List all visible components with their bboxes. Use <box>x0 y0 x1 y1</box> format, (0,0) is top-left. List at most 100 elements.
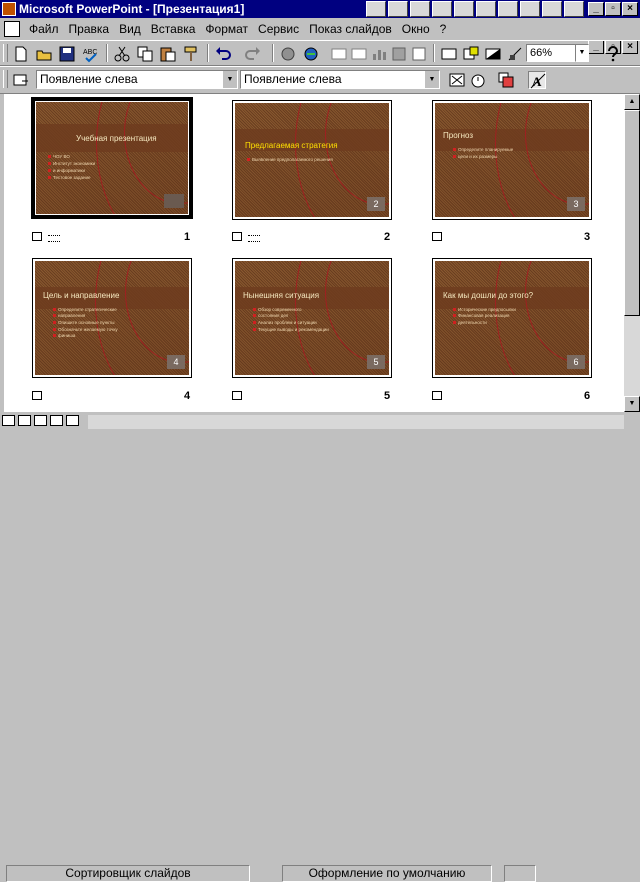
slide-bullet: направления <box>53 313 85 319</box>
slide-number: 3 <box>584 231 591 243</box>
open-folder-icon[interactable] <box>35 45 53 63</box>
web-icon[interactable] <box>279 45 297 63</box>
apply-design-icon[interactable] <box>462 45 480 63</box>
outline-view-icon[interactable] <box>18 415 31 426</box>
scroll-down-icon[interactable]: ▼ <box>624 396 640 412</box>
transition-icon[interactable] <box>232 232 242 241</box>
slide-bullet: цели и их размеры <box>453 154 497 160</box>
shortcut-icon[interactable] <box>498 1 518 17</box>
transition-icon[interactable] <box>432 232 442 241</box>
show-formatting-icon[interactable]: A <box>528 71 546 89</box>
scroll-thumb[interactable] <box>624 110 640 316</box>
undo-icon[interactable] <box>214 45 232 63</box>
menu-file[interactable]: Файл <box>24 22 64 36</box>
transition-icon[interactable] <box>32 232 42 241</box>
slide-thumbnail-3[interactable]: Прогноз Определите планируемые цели и их… <box>432 100 592 220</box>
transition-icon[interactable] <box>232 391 242 400</box>
close-button[interactable]: × <box>622 2 638 16</box>
status-view-name: Сортировщик слайдов <box>6 865 250 882</box>
document-icon[interactable] <box>4 21 20 37</box>
slide-sorter-toolbar: Появление слева ▼ Появление слева ▼ A <box>0 66 640 94</box>
help-icon[interactable] <box>604 45 622 63</box>
zoom-dropdown-arrow-icon[interactable]: ▼ <box>575 44 589 62</box>
menu-format[interactable]: Формат <box>200 22 253 36</box>
menu-insert[interactable]: Вставка <box>146 22 201 36</box>
text-effect-select[interactable]: Появление слева ▼ <box>240 70 440 89</box>
slide-number: 4 <box>184 390 191 402</box>
vertical-scrollbar[interactable]: ▲ ▼ <box>624 94 640 412</box>
shortcut-icon[interactable] <box>410 1 430 17</box>
shortcut-icon[interactable] <box>388 1 408 17</box>
shortcut-icon[interactable] <box>564 1 584 17</box>
transition-icon[interactable] <box>32 391 42 400</box>
animation-icon <box>48 235 60 242</box>
animation-icon <box>248 235 260 242</box>
shortcut-icon[interactable] <box>366 1 386 17</box>
shortcut-icon[interactable] <box>454 1 474 17</box>
shortcut-icon[interactable] <box>520 1 540 17</box>
zoom-box[interactable]: 66% <box>526 44 576 62</box>
slide-thumbnail-1[interactable]: Учебная презентация ЧОУ ВО Институт экон… <box>31 97 193 219</box>
summary-slide-icon[interactable] <box>497 71 515 89</box>
hyperlink-icon[interactable] <box>302 45 320 63</box>
insert-excel-icon[interactable] <box>350 45 368 63</box>
horizontal-scroll-strip <box>88 415 624 429</box>
chevron-down-icon[interactable]: ▼ <box>222 71 237 88</box>
format-painter-icon[interactable] <box>182 45 200 63</box>
shortcut-icon[interactable] <box>542 1 562 17</box>
chevron-down-icon[interactable]: ▼ <box>424 71 439 88</box>
slide-thumbnail-2[interactable]: Предлагаемая стратегия Выявление предпол… <box>232 100 392 220</box>
shortcut-icon[interactable] <box>432 1 452 17</box>
slide-number-box: 5 <box>367 355 385 369</box>
slide-meta-4: 4 <box>32 390 196 403</box>
slide-thumbnail-5[interactable]: Нынешняя ситуация Обзор современного сос… <box>232 258 392 378</box>
menu-tools[interactable]: Сервис <box>253 22 304 36</box>
transition-effect-select[interactable]: Появление слева ▼ <box>36 70 238 89</box>
slide-thumbnail-4[interactable]: Цель и направление Определите стратегиче… <box>32 258 192 378</box>
new-document-icon[interactable] <box>12 45 30 63</box>
insert-table-icon[interactable] <box>330 45 348 63</box>
slide-bullet: состояния дел <box>253 313 288 319</box>
office-shortcut-bar <box>366 0 586 18</box>
shortcut-icon[interactable] <box>476 1 496 17</box>
minimize-button[interactable]: _ <box>588 2 604 16</box>
slide-number-box: 4 <box>167 355 185 369</box>
spelling-status-icon[interactable] <box>504 865 536 882</box>
slide-thumbnail-6[interactable]: Как мы дошли до этого? Исторические пред… <box>432 258 592 378</box>
menu-help[interactable]: ? <box>435 22 452 36</box>
slide-sorter-view-icon[interactable] <box>34 415 47 426</box>
menu-view[interactable]: Вид <box>114 22 146 36</box>
hide-slide-icon[interactable] <box>448 71 466 89</box>
menu-window[interactable]: Окно <box>397 22 435 36</box>
insert-clipart-icon[interactable] <box>390 45 408 63</box>
scroll-up-icon[interactable]: ▲ <box>624 94 640 110</box>
slide-title: Прогноз <box>443 131 474 140</box>
slide-transition-icon[interactable] <box>12 71 30 89</box>
spellcheck-icon[interactable]: ABC <box>82 45 100 63</box>
restore-button[interactable]: ▫ <box>605 2 621 16</box>
copy-icon[interactable] <box>136 45 154 63</box>
black-white-view-icon[interactable] <box>484 45 502 63</box>
slide-bullet: Тестовое задание <box>48 175 91 181</box>
insert-chart-icon[interactable] <box>370 45 388 63</box>
notes-view-icon[interactable] <box>50 415 63 426</box>
slide-layout-icon[interactable] <box>440 45 458 63</box>
cut-icon[interactable] <box>113 45 131 63</box>
menu-edit[interactable]: Правка <box>64 22 115 36</box>
powerpoint-app-icon[interactable] <box>2 2 16 16</box>
menu-slideshow[interactable]: Показ слайдов <box>304 22 397 36</box>
paste-icon[interactable] <box>159 45 177 63</box>
grayscale-view-icon[interactable] <box>506 45 524 63</box>
new-slide-icon[interactable] <box>410 45 428 63</box>
slide-number-box <box>164 194 184 208</box>
transition-icon[interactable] <box>432 391 442 400</box>
slide-bullet: и информатики <box>48 168 85 174</box>
redo-icon[interactable] <box>244 45 262 63</box>
slide-bullet: финиша <box>53 333 75 339</box>
slide-number: 5 <box>384 390 391 402</box>
title-bar: Microsoft PowerPoint - [Презентация1] _ … <box>0 0 640 18</box>
save-icon[interactable] <box>58 45 76 63</box>
normal-view-icon[interactable] <box>2 415 15 426</box>
rehearse-timings-icon[interactable] <box>470 71 488 89</box>
slideshow-view-icon[interactable] <box>66 415 79 426</box>
